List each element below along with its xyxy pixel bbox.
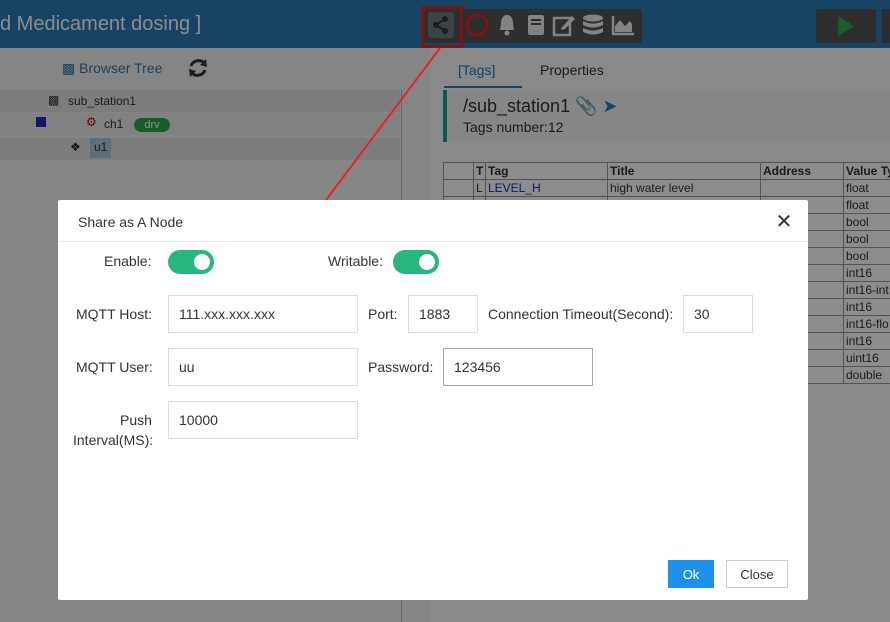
toggle-knob <box>419 254 435 270</box>
toggle-knob <box>194 254 210 270</box>
writable-toggle[interactable] <box>393 250 439 274</box>
mqtt-user-input[interactable] <box>168 348 358 386</box>
share-node-dialog: Share as A Node ✕ Enable: Writable: MQTT… <box>58 200 808 600</box>
mqtt-host-label: MQTT Host: <box>76 306 152 322</box>
password-label: Password: <box>368 359 434 375</box>
close-button[interactable]: Close <box>726 560 788 588</box>
dialog-title: Share as A Node <box>78 214 184 230</box>
mqtt-host-input[interactable] <box>168 295 358 333</box>
port-label: Port: <box>368 306 398 322</box>
dialog-divider <box>58 241 808 242</box>
timeout-label: Connection Timeout(Second): <box>488 306 674 322</box>
ok-button[interactable]: Ok <box>668 560 714 588</box>
close-icon[interactable]: ✕ <box>770 208 798 236</box>
enable-label: Enable: <box>104 253 152 269</box>
port-input[interactable] <box>408 295 478 333</box>
push-interval-input[interactable] <box>168 401 358 439</box>
push-interval-label-line1: Push <box>120 412 152 428</box>
password-input[interactable] <box>443 348 593 386</box>
writable-label: Writable: <box>328 253 383 269</box>
mqtt-user-label: MQTT User: <box>76 359 153 375</box>
push-interval-label-line2: Interval(MS): <box>73 432 154 448</box>
enable-toggle[interactable] <box>168 250 214 274</box>
timeout-input[interactable] <box>683 295 753 333</box>
